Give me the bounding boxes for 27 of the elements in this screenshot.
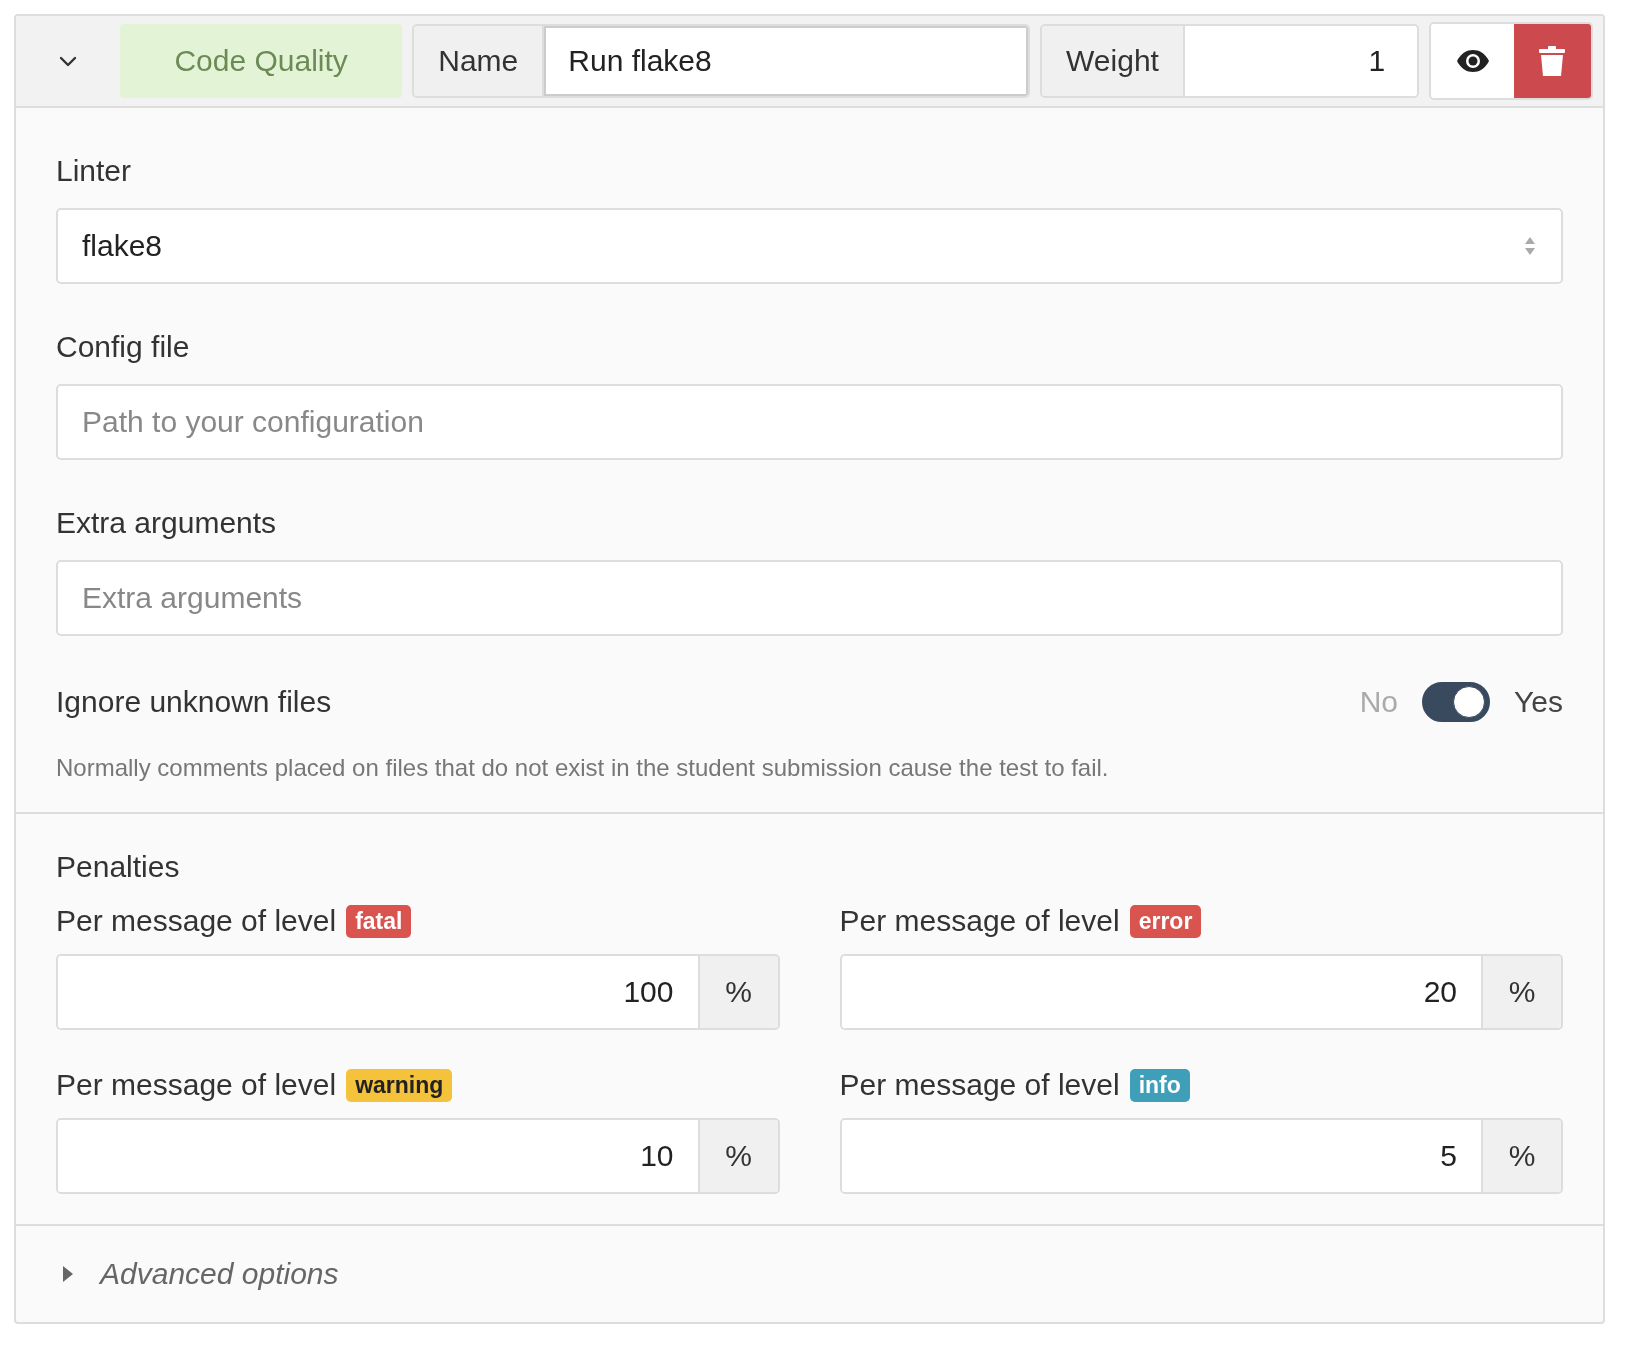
penalty-label: Per message of level [839, 1068, 1120, 1102]
yes-option[interactable]: Yes [1514, 685, 1563, 719]
preview-button[interactable] [1431, 24, 1514, 98]
penalty-label: Per message of level [839, 904, 1120, 938]
extra-arguments-label: Extra arguments [56, 506, 278, 540]
penalty-label: Per message of level [56, 904, 337, 938]
category-label: Code Quality [120, 24, 403, 98]
extra-arguments-input[interactable]: Extra arguments [56, 560, 1563, 636]
level-badge: warning [346, 1068, 453, 1102]
linter-label: Linter [56, 154, 133, 188]
level-badge: info [1129, 1068, 1190, 1102]
linter-select[interactable]: flake8 [56, 208, 1563, 284]
config-file-label: Config file [56, 330, 191, 364]
toggle-switch[interactable] [1422, 682, 1491, 722]
help-text: Normally comments placed on files that do not exist in the student submission cause the test to fail. [56, 754, 1110, 782]
expand-triangle-icon[interactable] [62, 1265, 74, 1283]
delete-button[interactable] [1514, 24, 1591, 98]
eye-icon [1455, 49, 1490, 73]
config-file-input[interactable]: Path to your configuration [56, 384, 1563, 460]
level-badge: fatal [346, 904, 412, 938]
trash-icon [1539, 46, 1566, 76]
penalty-label: Per message of level [56, 1068, 337, 1102]
ignore-unknown-files-label: Ignore unknown files [56, 685, 332, 719]
sort-arrows-icon [1523, 235, 1537, 257]
penalties-title: Penalties [56, 850, 181, 884]
advanced-options-link[interactable]: Advanced options [100, 1257, 339, 1291]
level-badge: error [1129, 904, 1202, 938]
